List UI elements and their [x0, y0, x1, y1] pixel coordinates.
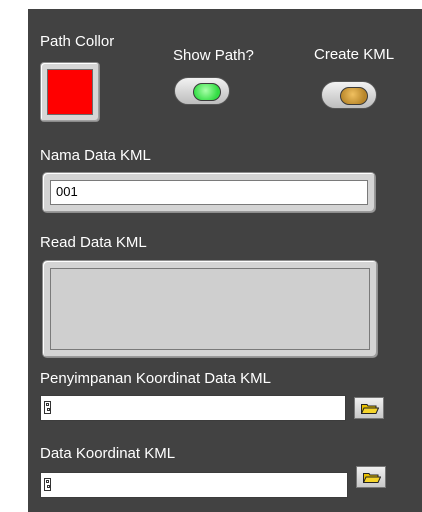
path-icon — [44, 478, 51, 491]
penyimpanan-label: Penyimpanan Koordinat Data KML — [40, 370, 271, 387]
read-data-kml-frame — [42, 260, 378, 358]
create-kml-label: Create KML — [314, 46, 395, 63]
data-koordinat-browse-button[interactable] — [356, 466, 386, 488]
penyimpanan-path-input[interactable] — [40, 395, 346, 421]
show-path-label: Show Path? — [173, 47, 254, 64]
nama-data-kml-frame: 001 — [42, 172, 376, 213]
front-panel: Path Collor Show Path? Create KML Nama D… — [28, 9, 422, 512]
create-kml-button[interactable] — [321, 81, 377, 109]
penyimpanan-browse-button[interactable] — [354, 397, 384, 419]
folder-icon — [363, 473, 381, 483]
folder-icon — [361, 404, 379, 414]
path-icon — [44, 401, 51, 414]
path-color-box[interactable] — [40, 62, 100, 122]
read-data-kml-display — [50, 268, 370, 350]
path-color-label: Path Collor — [40, 33, 115, 50]
read-data-kml-label: Read Data KML — [40, 234, 147, 251]
show-path-led-icon — [193, 83, 221, 101]
nama-data-kml-label: Nama Data KML — [40, 147, 151, 164]
nama-data-kml-input[interactable]: 001 — [50, 180, 368, 205]
show-path-button[interactable] — [174, 77, 230, 105]
create-kml-led-icon — [340, 87, 368, 105]
data-koordinat-path-input[interactable] — [40, 472, 348, 498]
data-koordinat-label: Data Koordinat KML — [40, 445, 176, 462]
path-color-swatch — [47, 69, 93, 115]
